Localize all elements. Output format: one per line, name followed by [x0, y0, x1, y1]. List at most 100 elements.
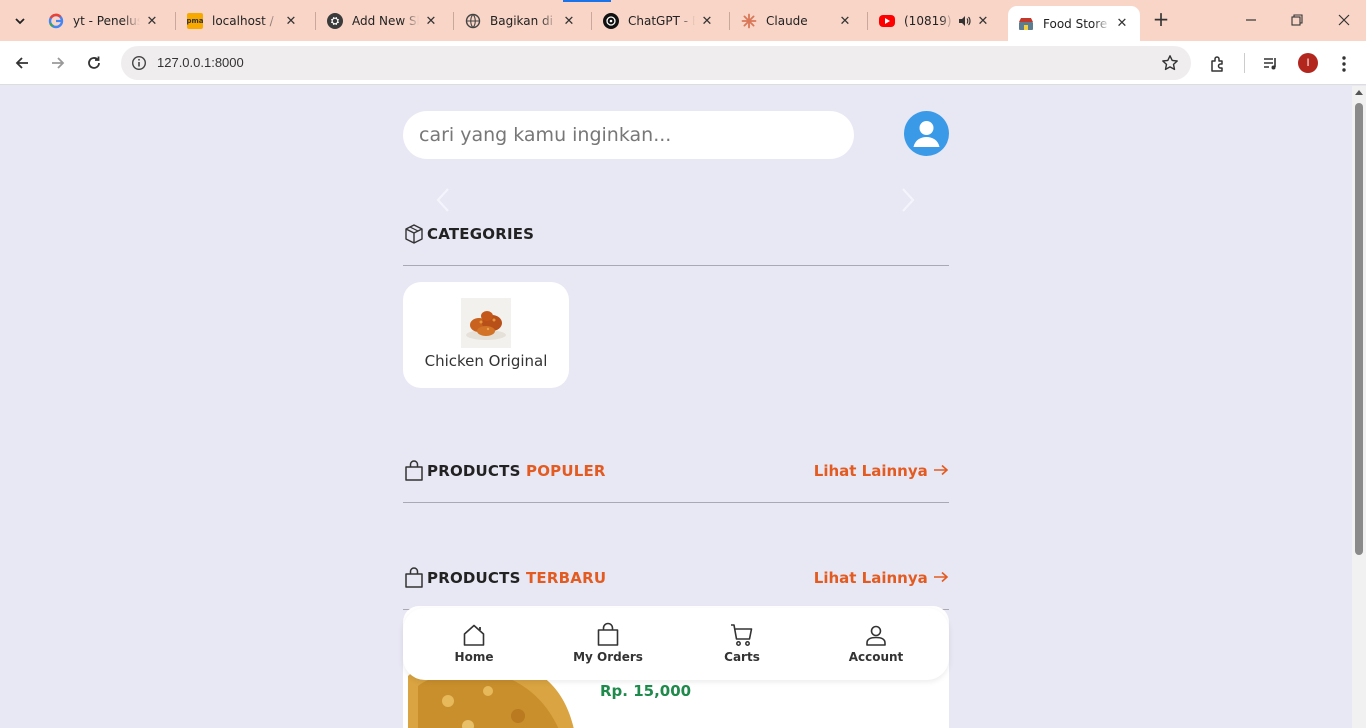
scroll-up-arrow[interactable] [1355, 90, 1363, 95]
tab-title: Claude [766, 14, 808, 28]
newest-products-title: PRODUCTS TERBARU [427, 569, 606, 587]
divider [403, 502, 949, 503]
categories-title: CATEGORIES [427, 225, 535, 243]
close-icon [1338, 14, 1350, 26]
tab-food-store[interactable]: Food Store ✕ [1008, 6, 1140, 41]
tab-youtube[interactable]: (10819) ✕ [869, 6, 1001, 36]
cart-icon [731, 624, 753, 646]
restore-button[interactable] [1282, 8, 1312, 32]
nav-carts[interactable]: Carts [697, 622, 787, 672]
menu-kebab-icon[interactable] [1333, 53, 1355, 75]
product-price: Rp. 15,000 [600, 682, 692, 700]
category-name: Chicken Original [424, 352, 548, 370]
address-bar[interactable]: 127.0.0.1:8000 [121, 46, 1191, 80]
tab-add-new[interactable]: ⛭ Add New Sh ✕ [317, 6, 449, 36]
arrow-right-icon [934, 464, 949, 476]
profile-avatar[interactable]: I [1298, 53, 1318, 73]
globe-icon [465, 13, 481, 29]
bookmark-star-icon[interactable] [1161, 54, 1179, 76]
app-icon: ⛭ [327, 13, 343, 29]
reload-button[interactable] [82, 51, 106, 75]
tab-loading-indicator [563, 0, 611, 2]
arrow-right-icon [52, 57, 65, 69]
tab-bagikan[interactable]: Bagikan di W ✕ [455, 6, 587, 36]
newest-products-header: PRODUCTS TERBARU Lihat Lainnya [403, 564, 949, 594]
close-icon[interactable]: ✕ [561, 13, 577, 29]
arrow-right-icon [934, 571, 949, 583]
tab-title: yt - Penelusur [73, 14, 140, 28]
popular-products-header: PRODUCTS POPULER Lihat Lainnya [403, 457, 949, 487]
close-window-button[interactable] [1329, 8, 1359, 32]
user-avatar-button[interactable] [904, 111, 949, 156]
nav-label: Carts [724, 650, 760, 664]
chevron-left-icon [436, 188, 449, 212]
reload-icon [88, 56, 100, 69]
minimize-button[interactable] [1236, 8, 1266, 32]
carousel-prev-button[interactable] [435, 186, 451, 214]
close-icon[interactable]: ✕ [423, 13, 439, 29]
forward-button[interactable] [46, 51, 70, 75]
scroll-thumb[interactable] [1355, 103, 1363, 555]
home-icon [463, 624, 485, 646]
close-icon[interactable]: ✕ [975, 13, 991, 29]
browser-toolbar: 127.0.0.1:8000 [0, 41, 1366, 85]
nav-label: Home [454, 650, 494, 664]
see-more-popular-link[interactable]: Lihat Lainnya [814, 462, 949, 480]
tab-title: Add New Sh [352, 14, 419, 28]
toolbar-divider [1244, 53, 1245, 73]
speaker-icon[interactable] [957, 14, 971, 28]
chatgpt-icon [603, 13, 619, 29]
chevron-right-icon [902, 188, 915, 212]
shopping-bag-icon [405, 567, 423, 588]
bottom-navigation: Home My Orders Carts Account [403, 608, 949, 680]
url-text: 127.0.0.1:8000 [157, 55, 244, 70]
tab-title: Bagikan di W [490, 14, 557, 28]
nav-account[interactable]: Account [831, 622, 921, 672]
restore-icon [1291, 14, 1303, 26]
nav-home[interactable]: Home [429, 622, 519, 672]
carousel-next-button[interactable] [900, 186, 916, 214]
new-tab-button[interactable]: + [1150, 9, 1172, 31]
extensions-icon[interactable] [1207, 53, 1229, 75]
category-card-chicken-original[interactable]: Chicken Original [403, 282, 569, 388]
tab-claude[interactable]: Claude ✕ [731, 6, 863, 36]
title-accent: TERBARU [526, 569, 607, 587]
user-icon [866, 625, 886, 646]
back-button[interactable] [10, 51, 34, 75]
user-icon [913, 121, 940, 147]
bag-icon [597, 622, 619, 646]
box-icon [405, 224, 423, 244]
close-icon[interactable]: ✕ [283, 13, 299, 29]
see-more-newest-link[interactable]: Lihat Lainnya [814, 569, 949, 587]
tab-google-search[interactable]: yt - Penelusur ✕ [38, 6, 170, 36]
tab-title: (10819) [904, 14, 952, 28]
page-scrollbar[interactable] [1352, 86, 1366, 728]
nav-label: Account [848, 650, 904, 664]
nav-my-orders[interactable]: My Orders [563, 622, 653, 672]
tab-phpmyadmin[interactable]: pma localhost / 1 ✕ [177, 6, 309, 36]
tab-title: Food Store [1043, 16, 1108, 31]
browser-tab-strip: yt - Penelusur ✕ pma localhost / 1 ✕ ⛭ A… [0, 0, 1366, 41]
close-icon[interactable]: ✕ [837, 13, 853, 29]
title-accent: POPULER [526, 462, 606, 480]
nav-label: My Orders [573, 650, 643, 664]
minimize-icon [1246, 19, 1256, 21]
title-prefix: PRODUCTS [427, 569, 526, 587]
shopping-bag-icon [405, 460, 423, 481]
page-viewport: CATEGORIES Chicken Original PRODUCTS POP… [0, 86, 1352, 728]
close-icon[interactable]: ✕ [1114, 16, 1130, 32]
search-input[interactable] [403, 111, 854, 159]
media-controls-icon[interactable] [1260, 53, 1282, 75]
site-info-icon[interactable] [129, 53, 149, 73]
title-prefix: PRODUCTS [427, 462, 526, 480]
google-icon [48, 13, 64, 29]
phpmyadmin-icon: pma [186, 13, 204, 29]
tab-chatgpt[interactable]: ChatGPT - B ✕ [593, 6, 725, 36]
close-icon[interactable]: ✕ [144, 13, 160, 29]
youtube-icon [879, 15, 895, 27]
chevron-down-icon [15, 18, 25, 25]
tab-search-button[interactable] [8, 9, 32, 33]
tab-title: ChatGPT - B [628, 14, 695, 28]
close-icon[interactable]: ✕ [699, 13, 715, 29]
categories-header: CATEGORIES [403, 220, 949, 250]
